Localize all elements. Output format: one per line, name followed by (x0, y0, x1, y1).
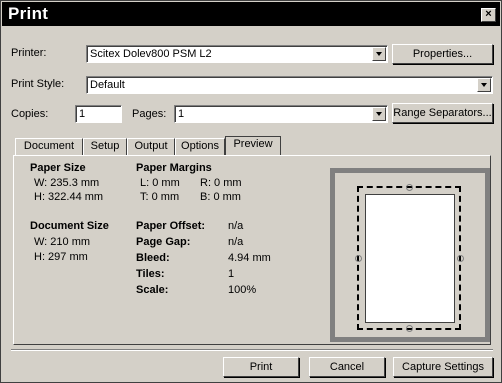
copies-value: 1 (79, 108, 86, 120)
pages-value: 1 (178, 108, 185, 120)
registration-mark-right (457, 255, 464, 262)
print-style-select[interactable]: Default (86, 76, 493, 94)
tab-document[interactable]: Document (15, 138, 83, 155)
document-height: H: 297 mm (34, 251, 88, 263)
chevron-down-icon[interactable] (477, 78, 491, 92)
margin-left: L: 0 mm (140, 177, 180, 189)
print-dialog: Print × Printer: Scitex Dolev800 PSM L2 … (0, 0, 502, 383)
margin-top: T: 0 mm (140, 191, 180, 203)
title-bar: Print × (2, 2, 500, 26)
page-gap-value: n/a (228, 236, 244, 248)
close-icon[interactable]: × (481, 8, 496, 22)
printer-select[interactable]: Scitex Dolev800 PSM L2 (86, 45, 388, 63)
paper-offset-value: n/a (228, 220, 244, 232)
copies-label: Copies: (11, 108, 49, 120)
page-preview (330, 168, 490, 342)
bleed-value: 4.94 mm (228, 252, 271, 264)
chevron-down-icon[interactable] (372, 107, 386, 121)
paper-size-heading: Paper Size (30, 162, 86, 174)
tab-setup[interactable]: Setup (83, 138, 127, 155)
capture-settings-button[interactable]: Capture Settings (393, 357, 493, 377)
margin-right: R: 0 mm (200, 177, 242, 189)
tiles-value: 1 (228, 268, 235, 280)
pages-select[interactable]: 1 (174, 105, 388, 123)
tab-preview[interactable]: Preview (225, 136, 281, 156)
tab-options[interactable]: Options (175, 138, 225, 155)
scale-value: 100% (228, 284, 257, 296)
bleed-label: Bleed: (136, 252, 170, 264)
paper-margins-heading: Paper Margins (136, 162, 212, 174)
copies-input[interactable]: 1 (75, 105, 122, 123)
paper-width: W: 235.3 mm (34, 177, 100, 189)
print-style-label: Print Style: (11, 78, 65, 90)
page-gap-label: Page Gap: (136, 236, 191, 248)
print-style-value: Default (90, 79, 125, 91)
registration-mark-left (355, 255, 362, 262)
paper-height: H: 322.44 mm (34, 191, 104, 203)
document-width: W: 210 mm (34, 236, 91, 248)
print-button[interactable]: Print (223, 357, 299, 377)
preview-panel: Paper Size W: 235.3 mm H: 322.44 mm Pape… (13, 155, 491, 345)
range-separators-button[interactable]: Range Separators... (392, 103, 493, 123)
tiles-label: Tiles: (136, 268, 165, 280)
properties-button[interactable]: Properties... (392, 44, 493, 64)
preview-canvas (335, 173, 485, 337)
chevron-down-icon[interactable] (372, 47, 386, 61)
document-size-heading: Document Size (30, 220, 109, 232)
margin-bottom: B: 0 mm (200, 191, 241, 203)
registration-mark-bottom (406, 325, 413, 332)
scale-label: Scale: (136, 284, 169, 296)
printer-label: Printer: (11, 47, 47, 59)
separator (11, 349, 493, 351)
window-title: Print (8, 4, 49, 23)
tab-output[interactable]: Output (127, 138, 175, 155)
pages-label: Pages: (132, 108, 167, 120)
cancel-button[interactable]: Cancel (309, 357, 385, 377)
paper-offset-label: Paper Offset: (136, 220, 206, 232)
printer-value: Scitex Dolev800 PSM L2 (90, 48, 212, 60)
preview-page (365, 194, 455, 323)
registration-mark-top (406, 184, 413, 191)
